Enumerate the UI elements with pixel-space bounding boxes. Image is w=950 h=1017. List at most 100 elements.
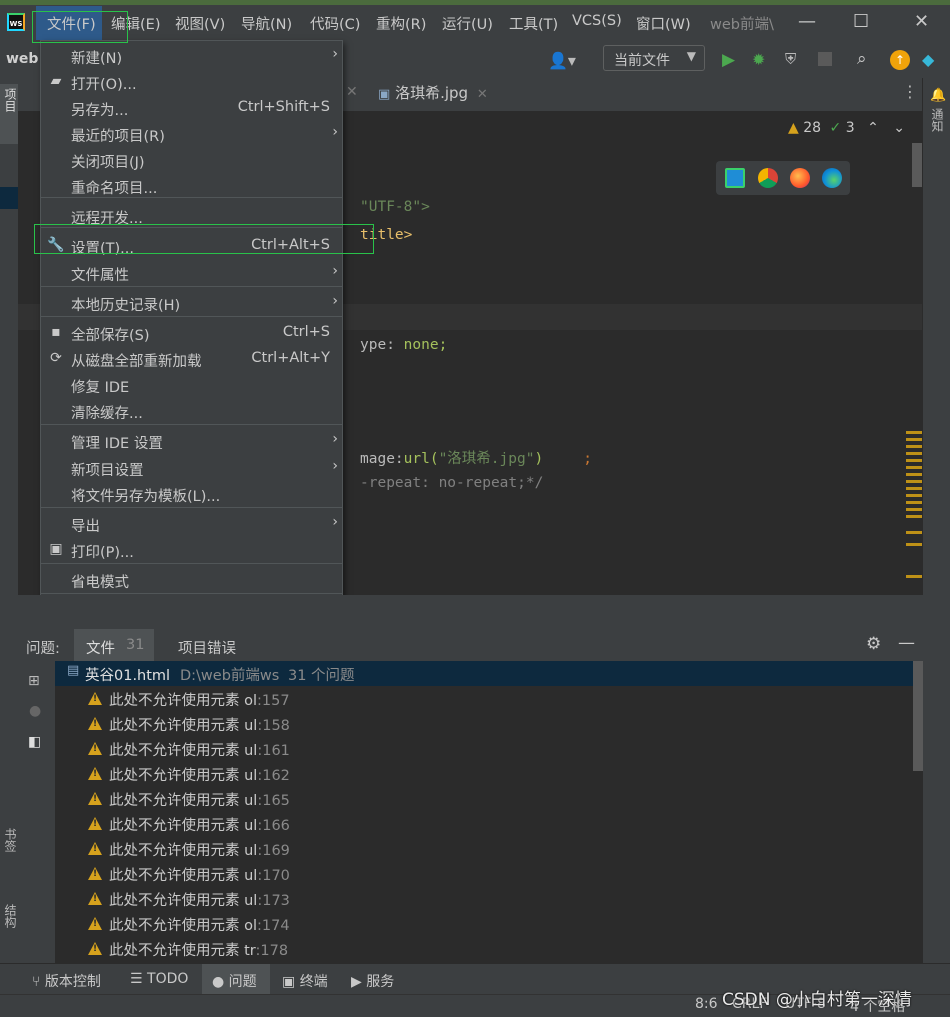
problem-row[interactable]: 此处不允许使用元素 ul:166 [55,811,923,836]
project-breadcrumb[interactable]: web [6,51,38,67]
warning-marker[interactable] [906,575,922,578]
file-menu-item[interactable]: 重命名项目... [41,173,342,199]
file-menu-item[interactable]: 导出 › [41,511,342,537]
bookmarks-tool-label[interactable]: 书签 [2,828,19,852]
file-menu-item[interactable]: ▰ 打开(O)... [41,69,342,95]
file-menu-item[interactable]: 本地历史记录(H) › [41,290,342,316]
problem-row[interactable]: 此处不允许使用元素 tr:178 [55,936,923,961]
file-menu-item[interactable]: 新项目设置 › [41,455,342,481]
warning-marker[interactable] [906,473,922,476]
menu-run[interactable]: 运行(U) [442,13,493,34]
preview-icon[interactable]: ◧ [28,734,41,750]
gear-icon[interactable]: ⚙ [866,634,881,654]
warning-marker[interactable] [906,480,922,483]
warning-marker[interactable] [906,445,922,448]
hide-panel-icon[interactable]: — [898,633,915,653]
notifications-tool-label[interactable]: 通知 [929,108,946,132]
menu-refactor[interactable]: 重构(R) [376,13,426,34]
problem-row[interactable]: 此处不允许使用元素 ul:158 [55,711,923,736]
menu-code[interactable]: 代码(C) [310,13,360,34]
tab-options-icon[interactable]: ⋮ [902,82,918,101]
jetbrains-icon[interactable]: ◆ [922,50,934,69]
file-menu-item[interactable]: 新建(N) › [41,43,342,69]
caret-position[interactable]: 8:6 [695,996,718,1012]
run-icon[interactable]: ▶ [722,50,735,70]
menu-navigate[interactable]: 导航(N) [241,13,292,34]
close-tab-icon[interactable]: ✕ [477,87,488,102]
file-menu-item[interactable]: ▣ 打印(P)... [41,537,342,563]
menu-vcs[interactable]: VCS(S) [572,13,622,29]
tool-vcs[interactable]: ⑂ 版本控制 [32,971,101,991]
file-menu-item[interactable]: 文件属性 › [41,260,342,286]
problem-row[interactable]: 此处不允许使用元素 ul:173 [55,886,923,911]
lightbulb-icon[interactable]: ● [29,703,41,719]
warning-marker[interactable] [906,487,922,490]
file-menu-item[interactable]: 关闭项目(J) [41,147,342,173]
firefox-icon[interactable] [790,168,810,188]
coverage-icon[interactable]: ⛨ [785,50,796,68]
debug-icon[interactable]: ✹ [752,50,765,69]
warning-icon [88,767,102,780]
menu-window[interactable]: 窗口(W) [636,13,691,34]
structure-tool-label[interactable]: 结构 [2,904,19,928]
file-menu-item[interactable]: 省电模式 [41,567,342,593]
warning-marker[interactable] [906,466,922,469]
bell-icon[interactable]: 🔔 [930,88,946,103]
file-menu-item[interactable]: 最近的项目(R) › [41,121,342,147]
tool-todo[interactable]: ☰ TODO [130,971,188,987]
menu-tools[interactable]: 工具(T) [509,13,558,34]
warning-marker[interactable] [906,515,922,518]
problems-scrollbar[interactable] [913,661,923,771]
warning-marker[interactable] [906,459,922,462]
update-icon[interactable]: ↑ [890,50,910,70]
tab-project-errors[interactable]: 项目错误 [178,637,236,658]
problem-row[interactable]: 此处不允许使用元素 ol:174 [55,911,923,936]
tab-file[interactable]: 文件 31 [74,629,154,661]
warning-marker[interactable] [906,508,922,511]
maximize-icon[interactable]: ☐ [853,11,869,32]
stop-icon[interactable] [818,52,832,66]
editor-scrollbar[interactable] [912,143,922,187]
warning-marker[interactable] [906,543,922,546]
chevron-down-icon[interactable]: ⌄ [893,120,905,136]
close-tab-icon[interactable]: ✕ [346,84,358,100]
file-menu-item[interactable]: 清除缓存... [41,398,342,424]
run-config-select[interactable]: 当前文件 ▼ [603,45,705,71]
problem-row[interactable]: 此处不允许使用元素 ul:165 [55,786,923,811]
tool-problems[interactable]: ● 问题 [202,964,270,995]
file-menu-item-shortcut: Ctrl+Alt+Y [251,350,330,366]
chrome-icon[interactable] [758,168,778,188]
warning-marker[interactable] [906,452,922,455]
warning-marker[interactable] [906,531,922,534]
problem-row[interactable]: 此处不允许使用元素 ul:162 [55,761,923,786]
problem-row[interactable]: 此处不允许使用元素 ul:161 [55,736,923,761]
inspection-widget[interactable]: ▲ 28 ✓ 3 ⌃ ⌄ [788,120,905,136]
file-menu-item[interactable]: 管理 IDE 设置 › [41,428,342,454]
tool-terminal[interactable]: ▣ 终端 [282,971,328,991]
file-menu-item[interactable]: 修复 IDE [41,372,342,398]
close-icon[interactable]: ✕ [914,11,929,32]
menu-view[interactable]: 视图(V) [175,13,225,34]
problem-file-row[interactable]: ▤ 英谷01.html D:\web前端ws 31 个问题 [55,661,923,686]
tool-services[interactable]: ▶ 服务 [351,971,394,991]
problem-row[interactable]: 此处不允许使用元素 ul:170 [55,861,923,886]
chevron-up-icon[interactable]: ⌃ [867,120,879,136]
file-menu-item[interactable]: 另存为... Ctrl+Shift+S [41,95,342,121]
warning-marker[interactable] [906,501,922,504]
warning-marker[interactable] [906,431,922,434]
warning-marker[interactable] [906,438,922,441]
group-by-icon[interactable]: ⊞ [28,673,40,689]
search-icon[interactable]: ⌕ [857,49,867,69]
edge-icon[interactable] [822,168,842,188]
editor-tab[interactable]: ▣ 洛琪希.jpg ✕ [378,82,488,108]
file-menu-item[interactable]: 将文件另存为模板(L)... [41,481,342,507]
minimize-icon[interactable]: — [798,11,816,32]
file-menu-item[interactable]: ⟳ 从磁盘全部重新加载 Ctrl+Alt+Y [41,346,342,372]
problem-row[interactable]: 此处不允许使用元素 ul:169 [55,836,923,861]
webstorm-browser-icon[interactable] [725,168,745,188]
project-tool-tab[interactable]: 项目 [0,84,18,144]
user-icon[interactable]: 👤▾ [548,51,576,70]
warning-marker[interactable] [906,494,922,497]
file-menu-item[interactable]: ▪ 全部保存(S) Ctrl+S [41,320,342,346]
problem-row[interactable]: 此处不允许使用元素 ol:157 [55,686,923,711]
